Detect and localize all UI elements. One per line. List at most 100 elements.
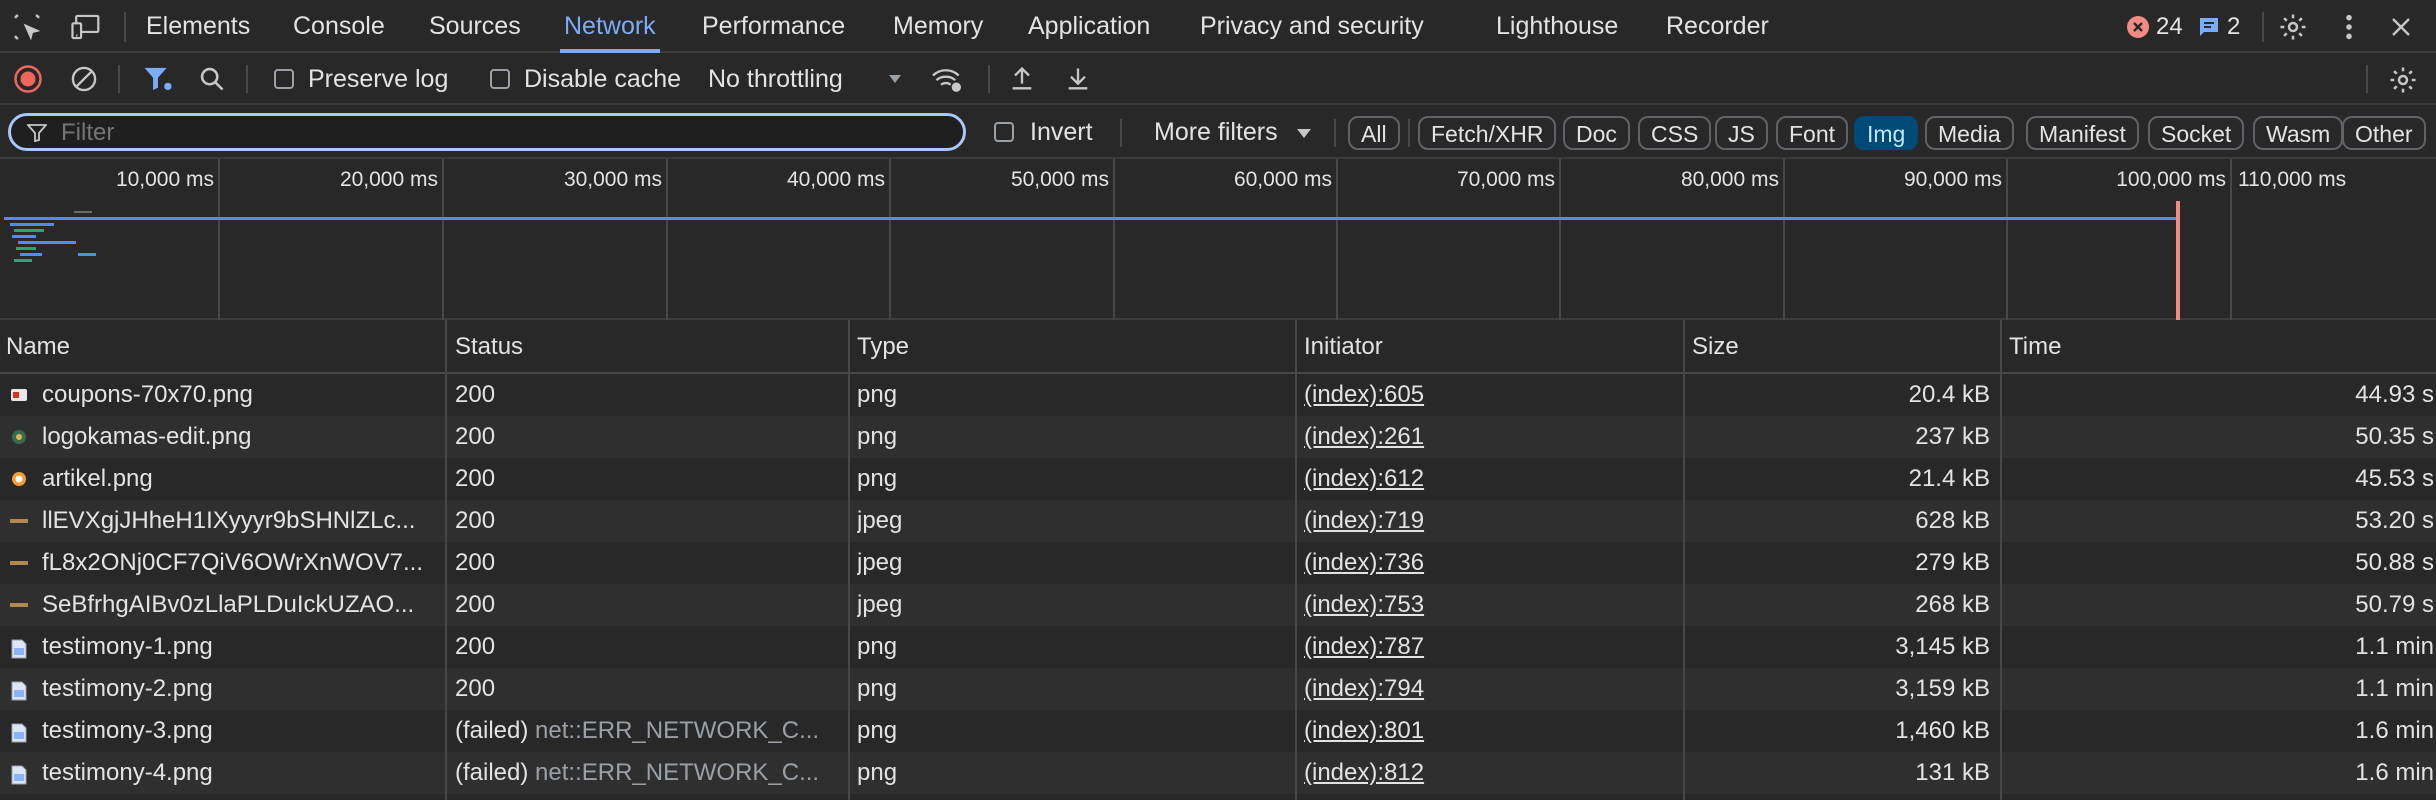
column-divider[interactable]	[1295, 320, 1297, 800]
filter-funnel-icon[interactable]	[140, 63, 176, 95]
column-header-time[interactable]: Time	[2009, 320, 2061, 374]
error-count-badge[interactable]: 24	[2126, 13, 2183, 41]
tab-performance[interactable]: Performance	[702, 0, 845, 53]
table-row[interactable]: testimony-4.png (failed) net::ERR_NETWORK…	[0, 752, 2436, 794]
request-initiator-link[interactable]: (index):605	[1304, 374, 1504, 416]
tab-elements[interactable]: Elements	[146, 0, 250, 53]
request-name[interactable]: coupons-70x70.png	[42, 374, 436, 416]
settings-gear-icon[interactable]	[2276, 10, 2310, 44]
filter-chip-media[interactable]: Media	[1925, 116, 2014, 150]
request-status: 200	[455, 507, 496, 534]
preserve-log-label[interactable]: Preserve log	[308, 64, 448, 94]
request-initiator-link[interactable]: (index):753	[1304, 584, 1504, 626]
request-name[interactable]: testimony-4.png	[42, 752, 436, 794]
filter-chip-other[interactable]: Other	[2342, 116, 2426, 150]
table-row[interactable]: testimony-3.png (failed) net::ERR_NETWORK…	[0, 710, 2436, 752]
column-header-initiator[interactable]: Initiator	[1304, 320, 1383, 374]
column-header-type[interactable]: Type	[857, 320, 909, 374]
request-time: 50.88 s	[2355, 549, 2434, 576]
table-row[interactable]: testimony-2.png 200 png (index):794 3,159 k…	[0, 668, 2436, 710]
filter-input[interactable]	[59, 119, 943, 147]
tab-sources[interactable]: Sources	[429, 0, 521, 53]
filter-chip-wasm[interactable]: Wasm	[2253, 116, 2344, 150]
invert-label[interactable]: Invert	[1030, 117, 1093, 147]
network-overview-timeline[interactable]: 10,000 ms 20,000 ms 30,000 ms 40,000 ms …	[0, 159, 2436, 320]
filter-chip-manifest[interactable]: Manifest	[2026, 116, 2139, 150]
message-count-badge[interactable]: 2	[2197, 13, 2240, 41]
filter-chip-all[interactable]: All	[1348, 116, 1400, 150]
request-status-detail: net::ERR_NETWORK_C...	[535, 759, 820, 786]
tab-lighthouse[interactable]: Lighthouse	[1496, 0, 1618, 53]
table-row[interactable]: coupons-70x70.png 200 png (index):605 20.4 …	[0, 374, 2436, 416]
close-icon[interactable]	[2384, 10, 2418, 44]
table-row[interactable]: SeBfrhgAIBv0zLlaPLDuIckUZAO... 200 jpeg (i…	[0, 584, 2436, 626]
tab-privacy-security[interactable]: Privacy and security	[1200, 0, 1424, 53]
filter-chip-js[interactable]: JS	[1715, 116, 1768, 150]
request-name[interactable]: artikel.png	[42, 458, 436, 500]
column-divider[interactable]	[1683, 320, 1685, 800]
device-toolbar-icon[interactable]	[68, 10, 104, 44]
request-initiator-link[interactable]: (index):736	[1304, 542, 1504, 584]
column-divider[interactable]	[445, 320, 447, 800]
table-row[interactable]: llEVXgjJHheH1IXyyyr9bSHNlZLc... 200 jpeg (…	[0, 500, 2436, 542]
toolbar-separator	[246, 65, 248, 93]
request-initiator-link[interactable]: (index):801	[1304, 710, 1504, 752]
filter-chip-font[interactable]: Font	[1776, 116, 1849, 150]
request-name[interactable]: llEVXgjJHheH1IXyyyr9bSHNlZLc...	[42, 500, 436, 542]
request-time: 1.1 min	[2355, 633, 2434, 660]
request-name[interactable]: testimony-3.png	[42, 710, 436, 752]
tab-console[interactable]: Console	[293, 0, 385, 53]
table-row[interactable]: logokamas-edit.png 200 png (index):261 237 …	[0, 416, 2436, 458]
request-name[interactable]: logokamas-edit.png	[42, 416, 436, 458]
column-header-status[interactable]: Status	[455, 320, 523, 374]
request-initiator-link[interactable]: (index):812	[1304, 752, 1504, 794]
filter-input-container[interactable]	[8, 113, 966, 151]
more-options-icon[interactable]	[2334, 10, 2364, 44]
filter-chip-socket[interactable]: Socket	[2148, 116, 2245, 150]
filter-chip-fetch-xhr[interactable]: Fetch/XHR	[1418, 116, 1557, 150]
disable-cache-label[interactable]: Disable cache	[524, 64, 681, 94]
request-name[interactable]: fL8x2ONj0CF7QiV6OWrXnWOV7...	[42, 542, 436, 584]
timeline-request-bar	[74, 211, 92, 213]
clear-log-icon[interactable]	[68, 63, 100, 95]
disable-cache-checkbox[interactable]	[490, 69, 510, 89]
request-status: (failed)	[455, 759, 529, 786]
request-initiator-link[interactable]: (index):794	[1304, 668, 1504, 710]
column-divider[interactable]	[848, 320, 850, 800]
request-initiator-link[interactable]: (index):612	[1304, 458, 1504, 500]
more-filters-dropdown[interactable]: More filters	[1154, 117, 1324, 147]
column-header-name[interactable]: Name	[6, 320, 70, 374]
filter-chip-img[interactable]: Img	[1854, 116, 1919, 150]
filter-chip-doc[interactable]: Doc	[1563, 116, 1630, 150]
invert-checkbox[interactable]	[994, 122, 1014, 142]
request-initiator-link[interactable]: (index):787	[1304, 626, 1504, 668]
request-status-cell: 200	[455, 458, 840, 500]
request-name[interactable]: SeBfrhgAIBv0zLlaPLDuIckUZAO...	[42, 584, 436, 626]
column-divider[interactable]	[2000, 320, 2002, 800]
inspect-element-icon[interactable]	[10, 10, 44, 44]
table-row[interactable]: testimony-1.png 200 png (index):787 3,145 k…	[0, 626, 2436, 668]
tab-network[interactable]: Network	[560, 0, 660, 53]
table-row[interactable]: fL8x2ONj0CF7QiV6OWrXnWOV7... 200 jpeg (ind…	[0, 542, 2436, 584]
table-row[interactable]: artikel.png 200 png (index):612 21.4 kB 45.5…	[0, 458, 2436, 500]
network-conditions-icon[interactable]	[928, 63, 966, 95]
filter-chip-css[interactable]: CSS	[1638, 116, 1712, 150]
stop-recording-icon[interactable]	[12, 63, 44, 95]
tab-memory[interactable]: Memory	[893, 0, 983, 53]
tab-recorder[interactable]: Recorder	[1666, 0, 1769, 53]
timeline-tick: 10,000 ms	[115, 168, 214, 191]
search-icon[interactable]	[196, 63, 228, 95]
request-initiator-link[interactable]: (index):719	[1304, 500, 1504, 542]
filter-funnel-icon	[27, 124, 47, 142]
import-har-upload-icon[interactable]	[1006, 63, 1038, 95]
request-type: png	[857, 423, 898, 450]
tab-application[interactable]: Application	[1028, 0, 1150, 53]
column-header-size[interactable]: Size	[1692, 320, 1739, 374]
export-har-download-icon[interactable]	[1062, 63, 1094, 95]
throttling-select[interactable]: No throttling	[708, 64, 908, 94]
preserve-log-checkbox[interactable]	[274, 69, 294, 89]
request-name[interactable]: testimony-1.png	[42, 626, 436, 668]
request-initiator-link[interactable]: (index):261	[1304, 416, 1504, 458]
network-settings-gear-icon[interactable]	[2386, 63, 2420, 97]
request-name[interactable]: testimony-2.png	[42, 668, 436, 710]
